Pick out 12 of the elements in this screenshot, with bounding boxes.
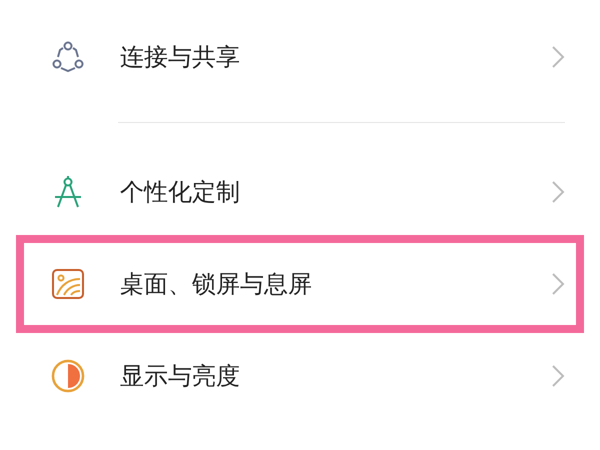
chevron-right-icon (551, 272, 565, 296)
half-circle-icon (51, 359, 85, 393)
picture-frame-icon (51, 267, 85, 301)
item-label: 桌面、锁屏与息屏 (120, 269, 313, 300)
item-label: 显示与亮度 (120, 361, 241, 392)
item-label: 个性化定制 (120, 177, 241, 208)
chevron-right-icon (551, 180, 565, 204)
share-nodes-icon (51, 40, 85, 74)
chevron-right-icon (551, 45, 565, 69)
item-label: 连接与共享 (120, 42, 241, 73)
chevron-right-icon (551, 364, 565, 388)
highlighted-settings-item[interactable]: 桌面、锁屏与息屏 (16, 235, 584, 333)
